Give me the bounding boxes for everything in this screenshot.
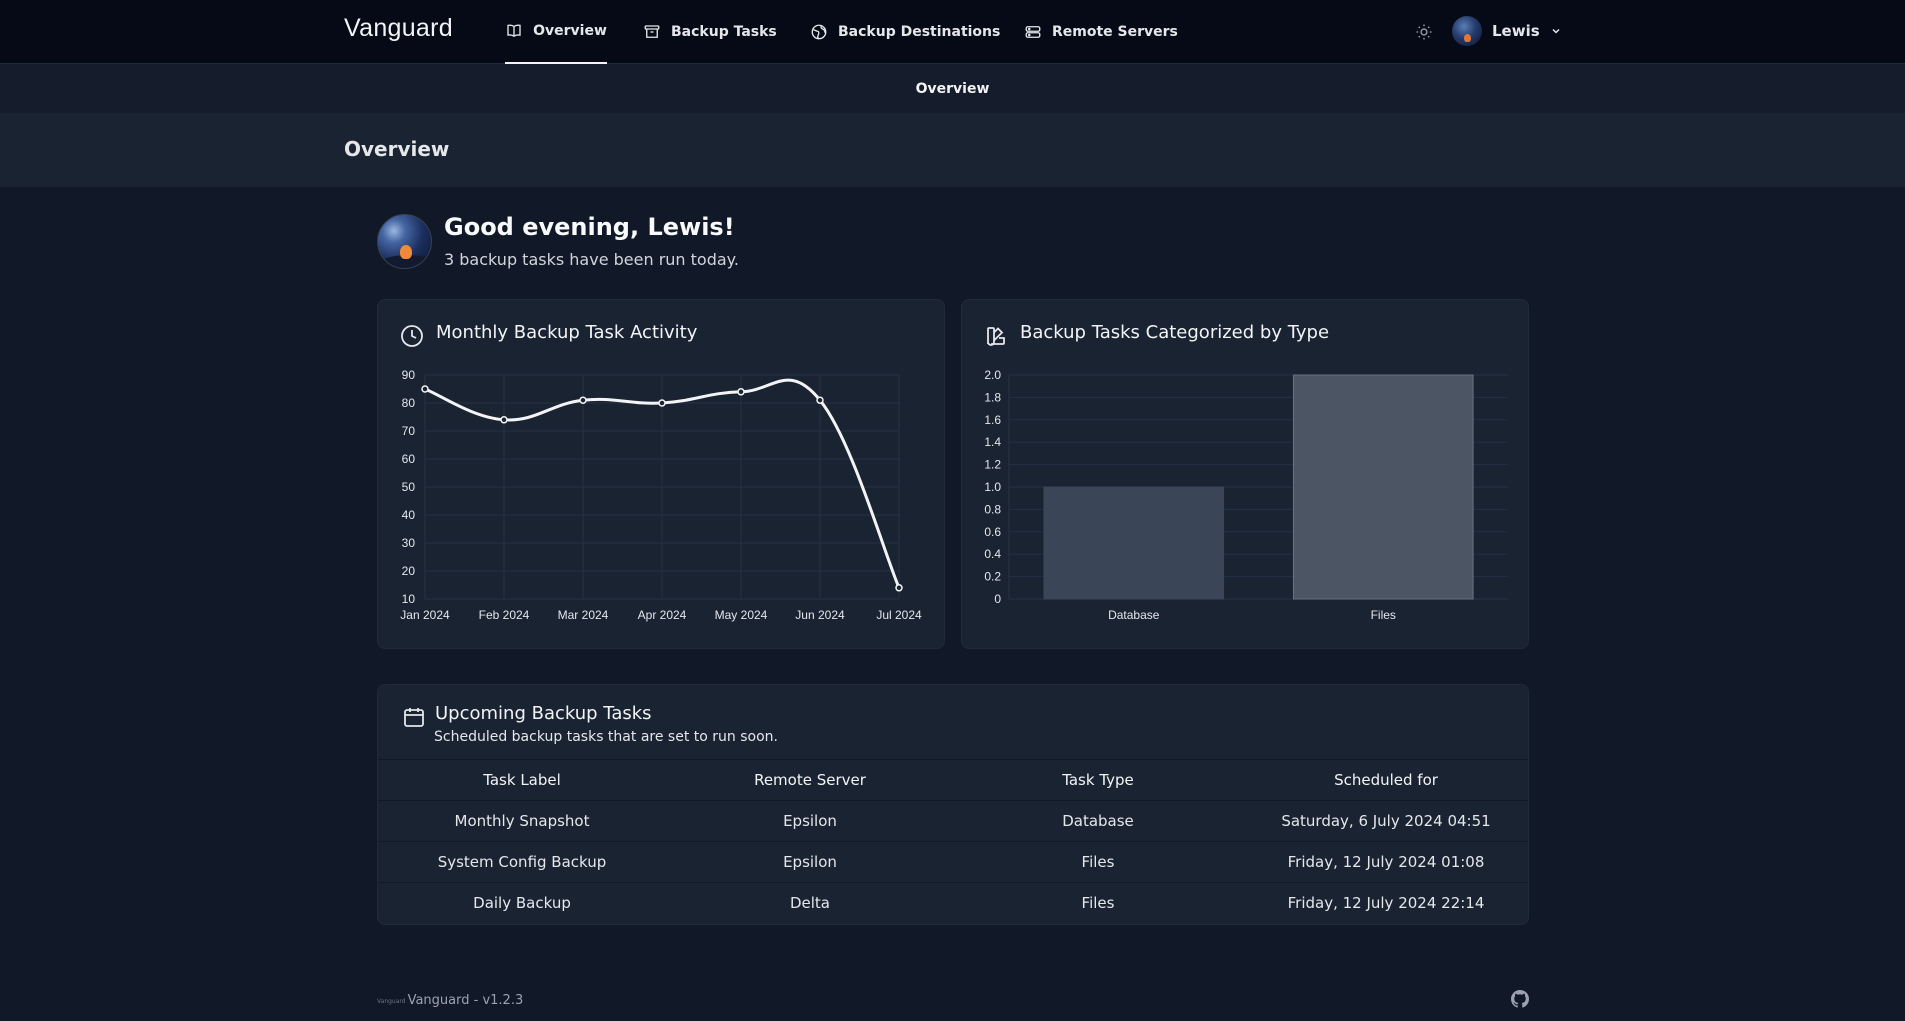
- x-tick-label: Database: [1108, 608, 1160, 622]
- y-tick-label: 1.6: [984, 413, 1001, 427]
- brand-logo[interactable]: Vanguard: [344, 14, 453, 43]
- data-point: [579, 396, 587, 404]
- x-tick-label: May 2024: [715, 608, 768, 622]
- remote-server-cell: Epsilon: [666, 800, 954, 842]
- y-tick-label: 0.4: [984, 547, 1001, 561]
- footer-version: Vanguard - v1.2.3: [407, 993, 524, 1008]
- y-tick-label: 50: [402, 480, 416, 494]
- x-tick-label: Mar 2024: [558, 608, 609, 622]
- page-header: Overview: [0, 113, 1905, 187]
- remote-server-cell: Delta: [666, 882, 954, 924]
- top-navigation: Vanguard Overview Backup Tasks Backup De…: [0, 0, 1905, 64]
- x-tick-label: Jul 2024: [876, 608, 922, 622]
- upcoming-tasks-subtitle: Scheduled backup tasks that are set to r…: [434, 729, 778, 745]
- type-chart-card: Backup Tasks Categorized by Type 2.0 1.8 1…: [961, 299, 1529, 649]
- y-tick-label: 30: [402, 536, 416, 550]
- column-header-scheduled-for: Scheduled for: [1242, 759, 1528, 801]
- nav-backup-destinations-label: Backup Destinations: [838, 24, 1001, 40]
- sub-navigation: Overview: [0, 64, 1905, 113]
- nav-remote-servers-label: Remote Servers: [1052, 24, 1178, 40]
- task-label-cell: System Config Backup: [378, 841, 666, 883]
- column-header-task-type: Task Type: [954, 759, 1242, 801]
- y-tick-label: 60: [402, 452, 416, 466]
- remote-server-cell: Epsilon: [666, 841, 954, 883]
- table-row: Daily Backup Delta Files Friday, 12 July…: [378, 882, 1528, 924]
- nav-backup-destinations[interactable]: Backup Destinations: [810, 0, 1000, 64]
- table-header-row: Task Label Remote Server Task Type Sched…: [378, 759, 1528, 801]
- nav-backup-tasks[interactable]: Backup Tasks: [643, 0, 777, 64]
- task-type-cell: Files: [954, 841, 1242, 883]
- chevron-down-icon: [1552, 28, 1560, 34]
- upcoming-tasks-card: Upcoming Backup Tasks Scheduled backup t…: [377, 684, 1529, 925]
- server-icon: [1025, 26, 1041, 38]
- x-tick-label: Apr 2024: [638, 608, 687, 622]
- y-tick-label: 1.0: [984, 480, 1001, 494]
- activity-chart-card: Monthly Backup Task Activity 90 80 70 60 50 4…: [377, 299, 945, 649]
- y-tick-label: 90: [402, 368, 416, 382]
- y-tick-label: 0: [994, 592, 1001, 606]
- footer: Vanguard Vanguard - v1.2.3: [377, 993, 523, 1008]
- y-tick-label: 1.2: [984, 458, 1001, 472]
- scheduled-for-cell: Friday, 12 July 2024 22:14: [1242, 882, 1528, 924]
- data-point: [816, 396, 824, 404]
- subnav-item-overview[interactable]: Overview: [916, 81, 990, 97]
- avatar: [377, 214, 432, 269]
- y-tick-label: 70: [402, 424, 416, 438]
- y-tick-label: 20: [402, 564, 416, 578]
- globe-icon: [811, 24, 827, 40]
- y-tick-label: 10: [402, 592, 416, 606]
- column-header-task-label: Task Label: [378, 759, 666, 801]
- data-point: [658, 399, 666, 407]
- column-header-remote-server: Remote Server: [666, 759, 954, 801]
- table-row: System Config Backup Epsilon Files Frida…: [378, 841, 1528, 883]
- y-tick-label: 0.2: [984, 570, 1001, 584]
- upcoming-tasks-table: Task Label Remote Server Task Type Sched…: [378, 759, 1528, 924]
- greeting-subtitle: 3 backup tasks have been run today.: [444, 250, 739, 269]
- scheduled-for-cell: Saturday, 6 July 2024 04:51: [1242, 800, 1528, 842]
- avatar: [1452, 16, 1482, 46]
- y-tick-label: 1.8: [984, 390, 1001, 404]
- y-tick-label: 1.4: [984, 435, 1001, 449]
- data-point: [421, 385, 429, 393]
- scheduled-for-cell: Friday, 12 July 2024 01:08: [1242, 841, 1528, 883]
- task-type-cell: Database: [954, 800, 1242, 842]
- bar: [1043, 486, 1225, 600]
- archive-icon: [644, 25, 660, 38]
- table-row: Monthly Snapshot Epsilon Database Saturd…: [378, 800, 1528, 842]
- book-open-icon: [507, 24, 521, 38]
- task-type-cell: Files: [954, 882, 1242, 924]
- user-name: Lewis: [1492, 22, 1540, 40]
- x-tick-label: Jan 2024: [400, 608, 450, 622]
- footer-logo: Vanguard: [377, 998, 406, 1005]
- data-point: [737, 388, 745, 396]
- bar-chart: 2.0 1.8 1.6 1.4 1.2 1.0 0.8 0.6 0.4 0.2 0 Database F…: [984, 368, 1508, 622]
- y-tick-label: 40: [402, 508, 416, 522]
- greeting-title: Good evening, Lewis!: [444, 213, 735, 241]
- upcoming-tasks-title: Upcoming Backup Tasks: [435, 703, 652, 724]
- nav-overview[interactable]: Overview: [505, 0, 607, 64]
- x-tick-label: Files: [1371, 608, 1396, 622]
- bar: [1292, 374, 1474, 600]
- nav-backup-tasks-label: Backup Tasks: [671, 24, 777, 40]
- sun-icon[interactable]: [1414, 22, 1434, 42]
- page-title: Overview: [344, 137, 450, 161]
- task-label-cell: Daily Backup: [378, 882, 666, 924]
- github-icon[interactable]: [1511, 990, 1529, 1008]
- nav-overview-label: Overview: [533, 23, 607, 39]
- y-tick-label: 0.6: [984, 525, 1001, 539]
- data-point: [500, 416, 508, 424]
- x-tick-label: Feb 2024: [479, 608, 530, 622]
- calendar-icon: [404, 708, 424, 727]
- y-tick-label: 80: [402, 396, 416, 410]
- y-tick-label: 2.0: [984, 368, 1001, 382]
- line-chart: 90 80 70 60 50 40 30 20 10 Jan 2024 Feb 2024 Mar 20…: [400, 368, 922, 622]
- nav-remote-servers[interactable]: Remote Servers: [1024, 0, 1178, 64]
- task-label-cell: Monthly Snapshot: [378, 800, 666, 842]
- x-tick-label: Jun 2024: [795, 608, 845, 622]
- y-tick-label: 0.8: [984, 502, 1001, 516]
- data-point: [895, 584, 903, 592]
- user-menu[interactable]: Lewis: [1452, 16, 1562, 46]
